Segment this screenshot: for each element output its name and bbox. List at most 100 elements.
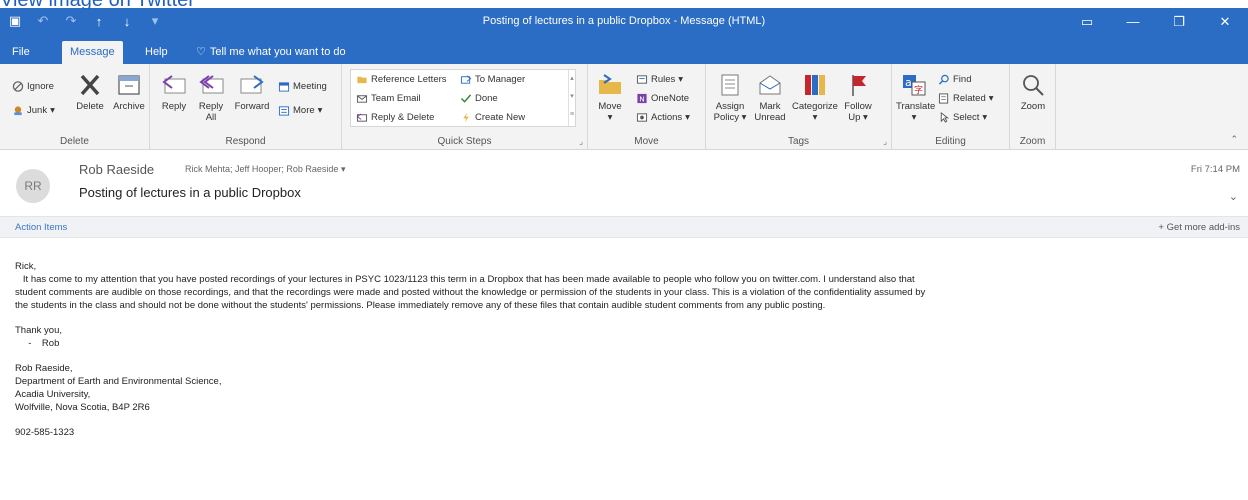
magnifier-icon: [1023, 75, 1044, 96]
archive-icon: [118, 75, 140, 95]
window-controls: ▭ — ❐ ✕: [1064, 8, 1248, 36]
body-line: student comments are audible on those re…: [15, 287, 926, 298]
group-quick-steps: Reference Letters To Manager Team Email …: [342, 64, 588, 150]
quickstep-to-manager[interactable]: To Manager: [460, 72, 525, 86]
junk-button[interactable]: Junk ▾: [12, 103, 55, 117]
tell-me-search[interactable]: ♡ Tell me what you want to do: [188, 41, 354, 64]
group-label-move: Move: [634, 136, 659, 147]
quickstep-done[interactable]: Done: [460, 91, 498, 105]
envelope-unread-icon: [759, 75, 781, 95]
select-button[interactable]: Select ▾: [938, 110, 987, 124]
group-label-tags: Tags: [787, 136, 810, 147]
close-button[interactable]: ✕: [1202, 8, 1248, 36]
quick-steps-launcher-icon[interactable]: ⌟: [579, 137, 583, 146]
svg-text:字: 字: [914, 84, 923, 96]
message-subject: Posting of lectures in a public Dropbox: [79, 185, 301, 200]
policy-icon: [721, 74, 739, 96]
cursor-icon: [940, 111, 949, 123]
body-line: the students in the class and should not…: [15, 300, 826, 311]
lightbulb-icon: ♡: [196, 46, 206, 58]
message-body: Rick, It has come to my attention that y…: [15, 260, 1240, 439]
reply-icon: [162, 75, 186, 94]
reply-all-button[interactable]: Reply All: [194, 72, 228, 123]
onenote-button[interactable]: N OneNote: [636, 91, 689, 105]
mark-unread-button[interactable]: Mark Unread: [752, 72, 788, 123]
folder-icon: [357, 76, 367, 83]
tab-help[interactable]: Help: [137, 41, 176, 64]
body-greeting: Rick,: [15, 261, 37, 272]
find-button[interactable]: Find: [938, 72, 971, 86]
more-respond-button[interactable]: More ▾: [278, 103, 322, 117]
quickstep-reference-letters[interactable]: Reference Letters: [356, 72, 447, 86]
categorize-button[interactable]: Categorize ▾: [792, 72, 838, 123]
group-label-editing: Editing: [935, 136, 966, 147]
checkmark-icon: [460, 93, 472, 103]
signature-name: Rob Raeside,: [15, 363, 73, 374]
group-move: Move ▾ Rules ▾ N OneNote Actions ▾ Move: [588, 64, 706, 150]
actions-button[interactable]: Actions ▾: [636, 110, 690, 124]
avatar[interactable]: RR: [16, 169, 50, 203]
signature-department: Department of Earth and Environmental Sc…: [15, 376, 222, 387]
related-button[interactable]: Related ▾: [938, 91, 994, 105]
group-zoom: Zoom Zoom: [1010, 64, 1056, 150]
window-title: Posting of lectures in a public Dropbox …: [482, 15, 766, 27]
group-respond: Reply Reply All Forward Meeting More ▾ Re…: [150, 64, 342, 150]
get-more-addins-link[interactable]: + Get more add-ins: [1158, 222, 1240, 233]
rules-button[interactable]: Rules ▾: [636, 72, 683, 86]
sender-name[interactable]: Rob Raeside: [79, 162, 154, 177]
move-folder-icon: [599, 74, 621, 94]
ignore-icon: [12, 80, 24, 92]
signature-university: Acadia University,: [15, 389, 91, 400]
quick-steps-scroll[interactable]: ▴ ▾ ≡: [568, 70, 575, 126]
tags-launcher-icon[interactable]: ⌟: [883, 137, 887, 146]
reply-button[interactable]: Reply: [158, 72, 190, 112]
quickstep-create-new[interactable]: Create New: [460, 110, 525, 124]
forward-button[interactable]: Forward: [232, 72, 272, 112]
recipients[interactable]: Rick Mehta; Jeff Hooper; Rob Raeside ▾: [185, 164, 345, 175]
body-thanks: Thank you,: [15, 325, 62, 336]
flag-icon: [852, 75, 866, 96]
follow-up-button[interactable]: Follow Up ▾: [840, 72, 876, 123]
categorize-icon: [805, 75, 825, 95]
signature-address: Wolfville, Nova Scotia, B4P 2R6: [15, 402, 150, 413]
meeting-button[interactable]: Meeting: [278, 79, 327, 93]
envelope-icon: [356, 94, 368, 103]
delete-x-icon: [80, 74, 100, 96]
related-icon: [938, 92, 949, 104]
tab-message[interactable]: Message: [62, 41, 123, 64]
quickstep-reply-delete[interactable]: Reply & Delete: [356, 110, 434, 124]
restore-button[interactable]: ❐: [1156, 8, 1202, 36]
zoom-button[interactable]: Zoom: [1016, 72, 1050, 112]
archive-button[interactable]: Archive: [111, 72, 147, 112]
quickstep-team-email[interactable]: Team Email: [356, 91, 421, 105]
group-label-zoom: Zoom: [1019, 136, 1046, 147]
body-sign: - Rob: [15, 338, 60, 349]
ribbon-display-options-icon[interactable]: ▭: [1064, 8, 1110, 36]
search-icon: [938, 74, 949, 85]
group-tags: Assign Policy ▾ Mark Unread Categorize ▾ …: [706, 64, 892, 150]
minimize-button[interactable]: —: [1110, 8, 1156, 36]
junk-icon: [14, 105, 22, 115]
assign-policy-button[interactable]: Assign Policy ▾: [712, 72, 748, 123]
move-button[interactable]: Move ▾: [594, 72, 626, 123]
calendar-icon: [278, 81, 290, 92]
collapse-ribbon-icon[interactable]: ⌃: [1230, 134, 1238, 145]
action-items-link[interactable]: Action Items: [15, 222, 67, 233]
tab-file[interactable]: File: [4, 41, 38, 64]
group-label-respond: Respond: [225, 136, 266, 147]
recipients-expand-icon[interactable]: ▾: [341, 164, 346, 174]
reply-delete-icon: [356, 112, 368, 122]
translate-button[interactable]: a字 Translate ▾: [896, 72, 935, 123]
svg-text:N: N: [639, 94, 644, 103]
lightning-icon: [463, 112, 469, 122]
delete-button[interactable]: Delete: [74, 72, 106, 112]
translate-icon: a字: [903, 75, 926, 96]
chevron-down-icon[interactable]: ⌄: [1229, 190, 1238, 203]
forward-mail-icon: [460, 74, 472, 84]
overlay-caption: View image on Twitter: [0, 0, 300, 9]
ribbon-tab-bar: File Message Help ♡ Tell me what you wan…: [0, 36, 1248, 64]
rules-icon: [636, 74, 648, 84]
ignore-button[interactable]: Ignore: [12, 79, 54, 93]
signature-phone: 902-585-1323: [15, 427, 75, 438]
action-items-bar: Action Items + Get more add-ins: [0, 216, 1248, 238]
